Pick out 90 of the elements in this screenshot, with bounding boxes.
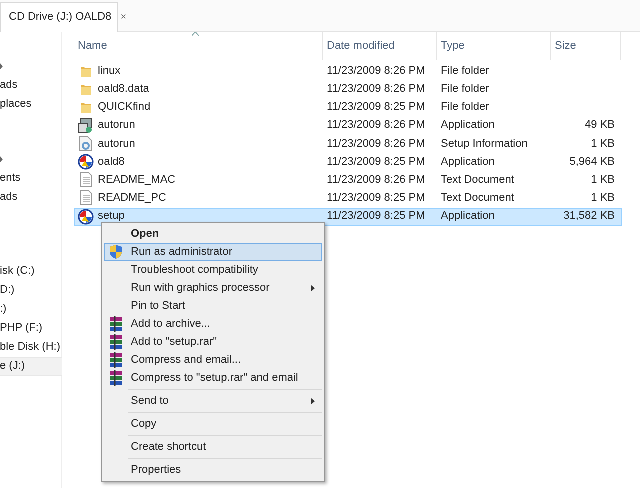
globe-app-icon xyxy=(78,154,94,170)
type-cell-text: File folder xyxy=(440,82,490,98)
date-cell-text: 11/23/2009 8:25 PM xyxy=(326,154,426,170)
date-cell-text: 11/23/2009 8:26 PM xyxy=(326,118,426,134)
date-cell-text: 11/23/2009 8:26 PM xyxy=(326,64,426,79)
type-cell-text: Text Document xyxy=(440,191,516,206)
file-row[interactable]: oald8.data 11/23/2009 8:26 PM File folder xyxy=(74,80,622,98)
text-file-icon xyxy=(80,172,92,188)
type-cell-text: Application xyxy=(440,154,496,170)
file-name: autorun xyxy=(98,136,136,152)
close-button[interactable]: × xyxy=(120,10,127,25)
size-cell-text: 1 KB xyxy=(591,191,615,206)
books-stack-icon xyxy=(109,316,123,332)
date-cell-text: 11/23/2009 8:25 PM xyxy=(326,191,426,206)
menu-item[interactable]: Open xyxy=(104,225,322,243)
sort-up-icon xyxy=(192,32,199,36)
submenu-arrow-icon xyxy=(311,398,315,404)
file-row[interactable]: autorun 11/23/2009 8:26 PM Setup Information 1 KB xyxy=(74,134,622,153)
menu-item[interactable]: Create shortcut xyxy=(104,438,322,456)
gear-file-icon xyxy=(79,136,93,152)
date-cell-text: 11/23/2009 8:25 PM xyxy=(326,209,426,224)
books-stack-icon xyxy=(109,352,123,368)
sidebar-item[interactable]: places xyxy=(0,95,62,114)
type-cell-text: Setup Information xyxy=(440,136,529,152)
sidebar-item[interactable]: ads xyxy=(0,76,62,95)
submenu-arrow-icon xyxy=(311,284,315,292)
date-cell-text: 11/23/2009 8:26 PM xyxy=(326,172,426,188)
size-cell-text: 49 KB xyxy=(585,118,615,134)
tab-title: CD Drive (J:) OALD8 xyxy=(9,10,112,26)
folder-icon xyxy=(80,82,92,96)
type-cell-text: File folder xyxy=(440,100,490,116)
file-row[interactable]: README_MAC 11/23/2009 8:26 PM Text Document 1 KB xyxy=(74,171,622,190)
size-cell-text: 31,582 KB xyxy=(564,209,615,224)
menu-item[interactable]: Compress and email... xyxy=(104,351,322,369)
expand-arrow-icon[interactable] xyxy=(0,156,3,163)
file-name: README_MAC xyxy=(98,172,176,188)
menu-item[interactable]: Troubleshoot compatibility xyxy=(104,261,322,279)
sidebar-item[interactable]: D:) xyxy=(0,281,62,300)
expand-arrow-icon[interactable] xyxy=(0,63,3,70)
menu-item[interactable]: Pin to Start xyxy=(104,297,322,315)
date-cell-text: 11/23/2009 8:26 PM xyxy=(326,82,426,98)
menu-item[interactable]: Compress to "setup.rar" and email xyxy=(104,369,322,387)
folder-icon xyxy=(80,100,92,114)
column-header[interactable]: Type xyxy=(437,32,551,60)
file-name: oald8.data xyxy=(98,82,150,98)
size-cell-text: 1 KB xyxy=(591,172,615,188)
menu-item[interactable]: Copy xyxy=(104,415,322,433)
sidebar-item[interactable]: :) xyxy=(0,300,62,319)
size-cell-text: 5,964 KB xyxy=(570,154,615,170)
file-name: README_PC xyxy=(98,191,166,206)
file-row[interactable]: QUICKfind 11/23/2009 8:25 PM File folder xyxy=(74,98,622,117)
program-window-icon xyxy=(78,118,94,134)
books-stack-icon xyxy=(109,334,123,350)
column-header[interactable]: Name xyxy=(74,32,323,60)
column-header[interactable]: Date modified xyxy=(323,32,437,60)
type-cell-text: File folder xyxy=(440,64,490,79)
menu-item[interactable]: Properties xyxy=(104,461,322,479)
file-row[interactable]: setup 11/23/2009 8:25 PM Application 31,582 KB xyxy=(74,208,622,226)
sidebar-item[interactable]: ble Disk (H:) xyxy=(0,338,62,357)
sidebar-item[interactable]: ents xyxy=(0,169,62,188)
shield-icon xyxy=(109,244,123,260)
size-cell-text: 1 KB xyxy=(591,136,615,152)
file-name: QUICKfind xyxy=(98,100,151,116)
menu-item[interactable]: Add to "setup.rar" xyxy=(104,333,322,351)
menu-item[interactable]: Add to archive... xyxy=(104,315,322,333)
file-row[interactable]: autorun 11/23/2009 8:26 PM Application 49 KB xyxy=(74,116,622,135)
column-header[interactable]: Size xyxy=(551,32,621,60)
type-cell-text: Text Document xyxy=(440,172,516,188)
file-name: linux xyxy=(98,64,121,79)
file-row[interactable]: linux 11/23/2009 8:26 PM File folder xyxy=(74,62,622,80)
file-row[interactable]: oald8 11/23/2009 8:25 PM Application 5,964 KB xyxy=(74,152,622,172)
sidebar-item[interactable]: e (J:) xyxy=(0,357,62,376)
sidebar-item[interactable]: ads xyxy=(0,188,62,207)
folder-icon xyxy=(80,64,92,78)
sidebar-item[interactable]: PHP (F:) xyxy=(0,319,62,338)
file-name: oald8 xyxy=(98,154,125,170)
menu-item[interactable]: Send to xyxy=(104,392,322,410)
sidebar-item[interactable]: isk (C:) xyxy=(0,262,62,281)
books-stack-icon xyxy=(109,370,123,386)
type-cell-text: Application xyxy=(440,209,496,224)
type-cell-text: Application xyxy=(440,118,496,134)
text-file-icon xyxy=(80,190,92,206)
file-name: setup xyxy=(98,209,125,224)
menu-item[interactable]: Run with graphics processor xyxy=(104,279,322,297)
date-cell-text: 11/23/2009 8:26 PM xyxy=(326,136,426,152)
menu-item[interactable]: Run as administrator xyxy=(104,243,322,261)
globe-app-icon xyxy=(78,208,94,225)
file-row[interactable]: README_PC 11/23/2009 8:25 PM Text Document 1 KB xyxy=(74,189,622,208)
file-name: autorun xyxy=(98,118,136,134)
date-cell-text: 11/23/2009 8:25 PM xyxy=(326,100,426,116)
